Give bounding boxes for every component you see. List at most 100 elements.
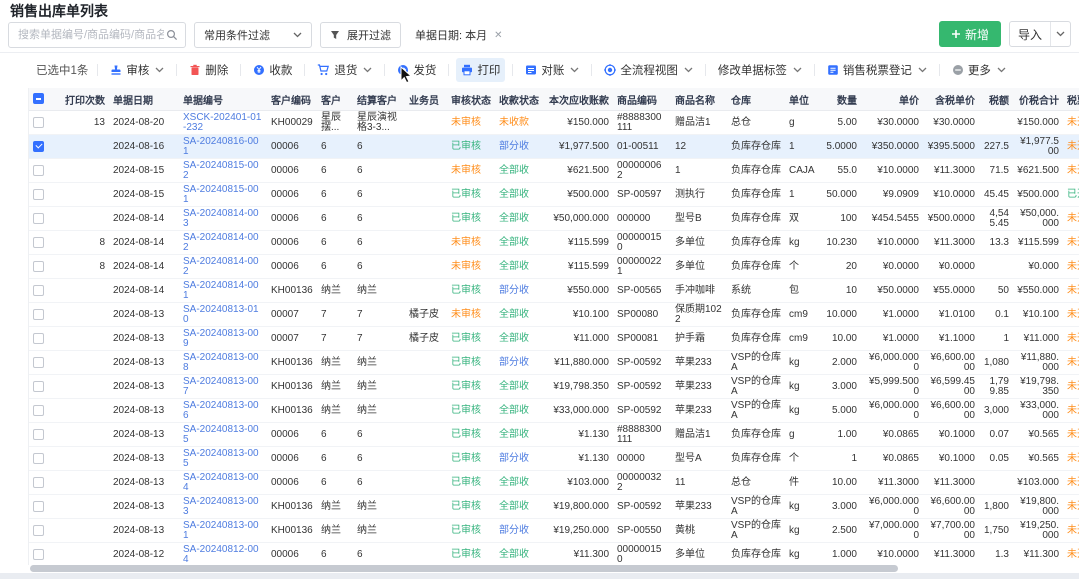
table-row[interactable]: 2024-08-13SA-20240813-003KH00136纳兰纳兰已审核全… (29, 495, 1079, 519)
cell-no[interactable]: SA-20240814-003 (179, 207, 267, 231)
row-checkbox[interactable] (33, 189, 44, 200)
table-row[interactable]: 2024-08-14SA-20240814-0030000666已审核全部收¥5… (29, 207, 1079, 231)
row-checkbox[interactable] (33, 117, 44, 128)
cell-no[interactable]: SA-20240814-001 (179, 279, 267, 303)
table-row[interactable]: 2024-08-13SA-20240813-006KH00136纳兰纳兰已审核全… (29, 399, 1079, 423)
order-number-link[interactable]: SA-20240814-002 (183, 256, 259, 277)
table-row[interactable]: 2024-08-15SA-20240815-0020000666未审核全部收¥6… (29, 159, 1079, 183)
cell-no[interactable]: SA-20240813-010 (179, 303, 267, 327)
cell-sel[interactable] (29, 279, 53, 303)
order-number-link[interactable]: SA-20240813-001 (183, 520, 259, 541)
row-checkbox[interactable] (33, 309, 44, 320)
horizontal-scrollbar[interactable] (30, 565, 898, 572)
table-row[interactable]: 82024-08-14SA-20240814-0020000666未审核全部收¥… (29, 255, 1079, 279)
order-number-link[interactable]: SA-20240813-003 (183, 496, 259, 517)
row-checkbox[interactable] (33, 477, 44, 488)
cell-no[interactable]: SA-20240813-005 (179, 447, 267, 471)
cell-sel[interactable] (29, 375, 53, 399)
toolbar-button-对账[interactable]: 对账 (520, 58, 584, 82)
toolbar-button-发货[interactable]: 发货 (392, 58, 441, 82)
cell-no[interactable]: SA-20240816-001 (179, 135, 267, 159)
cell-sel[interactable] (29, 423, 53, 447)
toolbar-button-删除[interactable]: 删除 (184, 58, 233, 82)
table-row[interactable]: 2024-08-14SA-20240814-001KH00136纳兰纳兰已审核部… (29, 279, 1079, 303)
cell-sel[interactable] (29, 471, 53, 495)
order-number-link[interactable]: SA-20240815-001 (183, 184, 259, 205)
toolbar-button-审核[interactable]: 审核 (105, 58, 169, 82)
table-row[interactable]: 2024-08-13SA-20240813-0090000777橘子皮已审核全部… (29, 327, 1079, 351)
cell-no[interactable]: SA-20240813-006 (179, 399, 267, 423)
order-number-link[interactable]: SA-20240813-008 (183, 352, 259, 373)
expand-filter-button[interactable]: 展开过滤 (320, 22, 401, 48)
toolbar-button-修改单据标签[interactable]: 修改单据标签 (713, 58, 807, 82)
order-number-link[interactable]: SA-20240813-004 (183, 472, 259, 493)
cell-sel[interactable] (29, 183, 53, 207)
cell-sel[interactable] (29, 159, 53, 183)
table-row[interactable]: 132024-08-20XSCK-202401-01-232KH00029星辰摆… (29, 111, 1079, 135)
toolbar-button-打印[interactable]: 打印 (456, 58, 505, 82)
order-number-link[interactable]: SA-20240813-007 (183, 376, 259, 397)
table-row[interactable]: 2024-08-15SA-20240815-0010000666已审核全部收¥5… (29, 183, 1079, 207)
cell-sel[interactable] (29, 495, 53, 519)
cell-sel[interactable] (29, 135, 53, 159)
row-checkbox[interactable] (33, 237, 44, 248)
order-number-link[interactable]: SA-20240813-006 (183, 400, 259, 421)
order-number-link[interactable]: SA-20240812-004 (183, 544, 259, 565)
search-input[interactable] (16, 28, 166, 42)
cell-sel[interactable] (29, 351, 53, 375)
row-checkbox[interactable] (33, 429, 44, 440)
order-number-link[interactable]: SA-20240816-001 (183, 136, 259, 157)
order-number-link[interactable]: SA-20240813-005 (183, 424, 259, 445)
order-number-link[interactable]: SA-20240814-003 (183, 208, 259, 229)
cell-no[interactable]: SA-20240813-001 (179, 519, 267, 543)
order-number-link[interactable]: SA-20240815-002 (183, 160, 259, 181)
cell-no[interactable]: SA-20240814-002 (179, 255, 267, 279)
row-checkbox[interactable] (33, 141, 44, 152)
cell-sel[interactable] (29, 303, 53, 327)
order-number-link[interactable]: SA-20240814-002 (183, 232, 259, 253)
cell-sel[interactable] (29, 231, 53, 255)
order-number-link[interactable]: SA-20240814-001 (183, 280, 259, 301)
toolbar-button-更多[interactable]: 更多 (947, 58, 1011, 82)
table-row[interactable]: 2024-08-13SA-20240813-001KH00136纳兰纳兰已审核部… (29, 519, 1079, 543)
add-button[interactable]: 新增 (939, 21, 1001, 47)
row-checkbox[interactable] (33, 405, 44, 416)
cell-sel[interactable] (29, 327, 53, 351)
common-filter-select[interactable]: 常用条件过滤 (194, 22, 312, 48)
import-button[interactable]: 导入 (1009, 21, 1071, 47)
row-checkbox[interactable] (33, 381, 44, 392)
order-number-link[interactable]: XSCK-202401-01-232 (183, 112, 261, 133)
row-checkbox[interactable] (33, 285, 44, 296)
cell-sel[interactable] (29, 207, 53, 231)
row-checkbox[interactable] (33, 357, 44, 368)
order-number-link[interactable]: SA-20240813-005 (183, 448, 259, 469)
search-input-wrap[interactable] (8, 22, 186, 48)
cell-sel[interactable] (29, 519, 53, 543)
import-caret[interactable] (1050, 22, 1070, 46)
cell-no[interactable]: SA-20240815-002 (179, 159, 267, 183)
cell-no[interactable]: SA-20240814-002 (179, 231, 267, 255)
cell-no[interactable]: SA-20240813-004 (179, 471, 267, 495)
row-checkbox[interactable] (33, 501, 44, 512)
cell-sel[interactable] (29, 399, 53, 423)
table-row[interactable]: 2024-08-13SA-20240813-0040000666已审核全部收¥1… (29, 471, 1079, 495)
toolbar-button-全流程视图[interactable]: 全流程视图 (599, 58, 698, 82)
row-checkbox[interactable] (33, 213, 44, 224)
table-row[interactable]: 2024-08-13SA-20240813-0100000777橘子皮未审核全部… (29, 303, 1079, 327)
cell-no[interactable]: SA-20240813-007 (179, 375, 267, 399)
row-checkbox[interactable] (33, 549, 44, 560)
cell-sel[interactable] (29, 255, 53, 279)
cell-no[interactable]: SA-20240815-001 (179, 183, 267, 207)
cell-no[interactable]: SA-20240813-005 (179, 423, 267, 447)
cell-sel[interactable] (29, 447, 53, 471)
row-checkbox[interactable] (33, 333, 44, 344)
cell-no[interactable]: XSCK-202401-01-232 (179, 111, 267, 135)
table-row[interactable]: 82024-08-14SA-20240814-0020000666未审核全部收¥… (29, 231, 1079, 255)
cell-sel[interactable] (29, 111, 53, 135)
cell-no[interactable]: SA-20240813-003 (179, 495, 267, 519)
table-row[interactable]: 2024-08-13SA-20240813-0050000666已审核部分收¥1… (29, 447, 1079, 471)
table-row[interactable]: 2024-08-16SA-20240816-0010000666已审核部分收¥1… (29, 135, 1079, 159)
cell-sel[interactable] (29, 543, 53, 566)
toolbar-button-销售税票登记[interactable]: 销售税票登记 (822, 58, 932, 82)
row-checkbox[interactable] (33, 261, 44, 272)
